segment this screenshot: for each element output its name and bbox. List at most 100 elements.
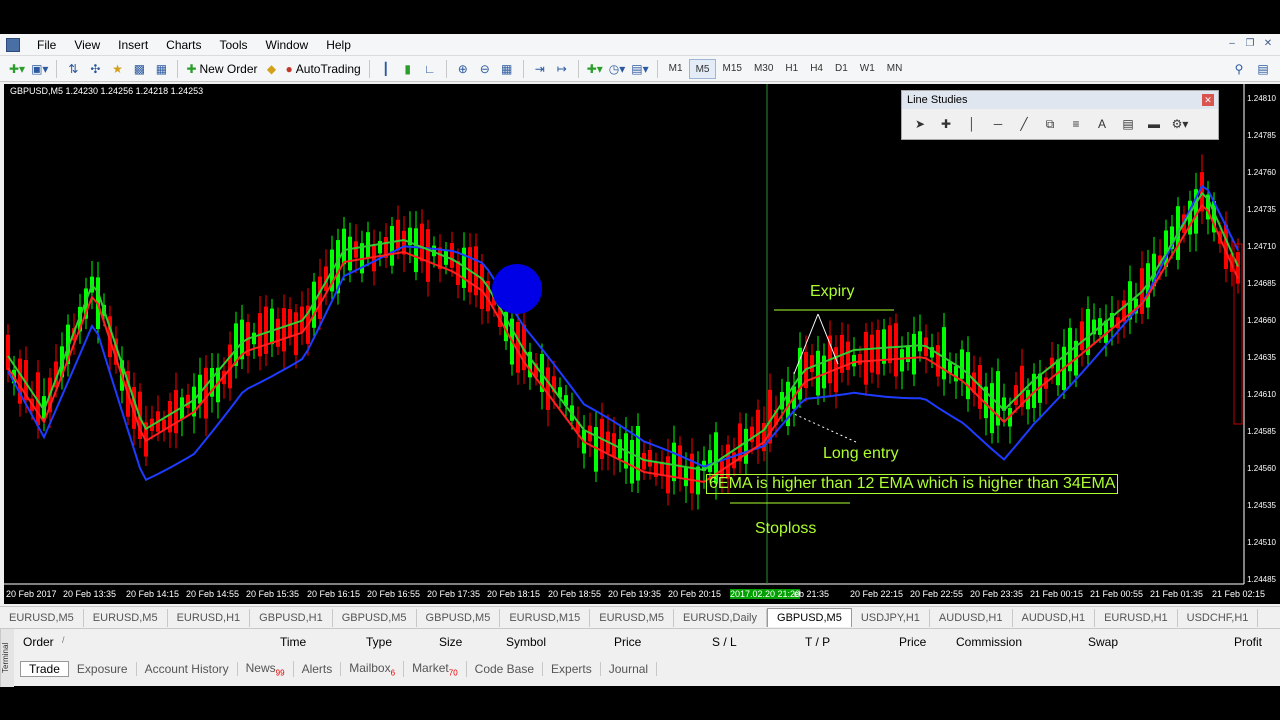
menu-insert[interactable]: Insert <box>109 34 157 56</box>
autotrading-label: AutoTrading <box>295 61 361 76</box>
terminal-tab[interactable]: Mailbox6 <box>341 660 405 678</box>
autotrading-button[interactable]: ● AutoTrading <box>283 59 364 79</box>
minimize-icon[interactable]: – <box>1224 37 1240 51</box>
close-icon[interactable]: ✕ <box>1260 37 1276 51</box>
close-icon[interactable]: ✕ <box>1202 94 1214 106</box>
chart-tab[interactable]: GBPUSD,M5 <box>767 608 852 627</box>
timeframe-h1[interactable]: H1 <box>779 59 804 79</box>
cursor-icon[interactable]: ➤ <box>910 114 930 134</box>
new-chart-icon[interactable]: ✚▾ <box>6 59 28 79</box>
menu-window[interactable]: Window <box>257 34 318 56</box>
col-symbol[interactable]: Symbol <box>506 635 546 649</box>
text-icon[interactable]: A <box>1092 114 1112 134</box>
timeframe-h4[interactable]: H4 <box>804 59 829 79</box>
timeframe-mn[interactable]: MN <box>881 59 909 79</box>
col-type[interactable]: Type <box>366 635 392 649</box>
menu-bar: File View Insert Charts Tools Window Hel… <box>0 34 1280 56</box>
data-window-icon[interactable]: ✣ <box>84 59 106 79</box>
chart-tab[interactable]: EURUSD,M5 <box>84 608 168 627</box>
zoom-in-icon[interactable]: ⊕ <box>452 59 474 79</box>
col-commission[interactable]: Commission <box>956 635 1022 649</box>
chart-area[interactable]: GBPUSD,M5 1.24230 1.24256 1.24218 1.2425… <box>4 84 1280 604</box>
col-price[interactable]: Price <box>614 635 641 649</box>
navigator-icon[interactable]: ★ <box>106 59 128 79</box>
restore-icon[interactable]: ❐ <box>1242 37 1258 51</box>
tile-windows-icon[interactable]: ▦ <box>496 59 518 79</box>
price-tick-label: 1.24510 <box>1247 538 1276 547</box>
timeframe-m30[interactable]: M30 <box>748 59 779 79</box>
menu-help[interactable]: Help <box>317 34 360 56</box>
timeframe-w1[interactable]: W1 <box>854 59 881 79</box>
chart-tab[interactable]: GBPUSD,H1 <box>250 608 333 627</box>
col-swap[interactable]: Swap <box>1088 635 1118 649</box>
trendline-icon[interactable]: ╱ <box>1014 114 1034 134</box>
strategy-tester-icon[interactable]: ▦ <box>150 59 172 79</box>
profiles-icon[interactable]: ▣▾ <box>28 59 51 79</box>
community-icon[interactable]: ▤ <box>1252 59 1274 79</box>
terminal-tab[interactable]: Experts <box>543 662 601 676</box>
menu-file[interactable]: File <box>28 34 65 56</box>
terminal-tab[interactable]: Exposure <box>69 662 137 676</box>
templates-icon[interactable]: ▤▾ <box>628 59 651 79</box>
terminal-tab[interactable]: Journal <box>601 662 658 676</box>
timeframe-m1[interactable]: M1 <box>663 59 689 79</box>
col-size[interactable]: Size <box>439 635 462 649</box>
crosshair-icon[interactable]: ✚ <box>936 114 956 134</box>
zoom-out-icon[interactable]: ⊖ <box>474 59 496 79</box>
chart-tab[interactable]: AUDUSD,H1 <box>1013 608 1096 627</box>
menu-charts[interactable]: Charts <box>157 34 210 56</box>
rectangle-icon[interactable]: ▬ <box>1144 114 1164 134</box>
col-current-price[interactable]: Price <box>899 635 926 649</box>
autoscroll-icon[interactable]: ↦ <box>551 59 573 79</box>
vertical-line-icon[interactable]: │ <box>962 114 982 134</box>
menu-tools[interactable]: Tools <box>211 34 257 56</box>
chart-tab[interactable]: EURUSD,M5 <box>0 608 84 627</box>
col-tp[interactable]: T / P <box>805 635 830 649</box>
fibo-fan-icon[interactable]: ⧉ <box>1040 114 1060 134</box>
col-sl[interactable]: S / L <box>712 635 737 649</box>
chart-tab[interactable]: EURUSD,Daily <box>674 608 768 627</box>
market-watch-icon[interactable]: ⇅ <box>62 59 84 79</box>
timeframe-m15[interactable]: M15 <box>716 59 747 79</box>
search-icon[interactable]: ⚲ <box>1228 59 1250 79</box>
terminal-tab[interactable]: Alerts <box>294 662 342 676</box>
menu-view[interactable]: View <box>65 34 109 56</box>
col-profit[interactable]: Profit <box>1234 635 1262 649</box>
terminal-tab[interactable]: Account History <box>137 662 238 676</box>
candlestick-icon[interactable]: ▮ <box>397 59 419 79</box>
chart-tab[interactable]: GBPUSD,M5 <box>333 608 417 627</box>
candle-body <box>810 355 814 373</box>
chart-tab[interactable]: EURUSD,M5 <box>590 608 675 627</box>
metaeditor-icon[interactable]: ◆ <box>261 59 283 79</box>
bar-chart-icon[interactable]: ┃ <box>375 59 397 79</box>
terminal-tab[interactable]: News99 <box>238 660 294 678</box>
timeframe-d1[interactable]: D1 <box>829 59 854 79</box>
terminal-tab[interactable]: Code Base <box>467 662 544 676</box>
chart-tab[interactable]: EURUSD,H1 <box>168 608 251 627</box>
fibo-retracement-icon[interactable]: ≡ <box>1066 114 1086 134</box>
horizontal-line-icon[interactable]: ─ <box>988 114 1008 134</box>
new-order-button[interactable]: ✚ New Order <box>183 59 260 79</box>
line-chart-icon[interactable]: ∟ <box>419 59 441 79</box>
col-time[interactable]: Time <box>280 635 306 649</box>
app-icon[interactable] <box>6 37 20 52</box>
text-label-icon[interactable]: ▤ <box>1118 114 1138 134</box>
timeframe-m5[interactable]: M5 <box>688 58 717 79</box>
chart-tab[interactable]: GBPUSD,M5 <box>417 608 501 627</box>
periods-icon[interactable]: ◷▾ <box>606 59 629 79</box>
terminal-icon[interactable]: ▩ <box>128 59 150 79</box>
chart-tab[interactable]: EURUSD,H1 <box>1095 608 1178 627</box>
line-studies-title: Line Studies <box>902 91 1218 109</box>
more-tools-icon[interactable]: ⚙▾ <box>1170 114 1190 134</box>
terminal-tab[interactable]: Trade <box>20 661 69 677</box>
chart-shift-icon[interactable]: ⇥ <box>529 59 551 79</box>
candle-body <box>756 409 760 447</box>
chart-tab[interactable]: USDJPY,H1 <box>852 608 930 627</box>
candle-body <box>1020 365 1024 408</box>
terminal-tab[interactable]: Market70 <box>404 660 467 678</box>
chart-tab[interactable]: EURUSD,M15 <box>500 608 591 627</box>
chart-tab[interactable]: USDCHF,H1 <box>1178 608 1259 627</box>
indicators-icon[interactable]: ✚▾ <box>584 59 606 79</box>
chart-tab[interactable]: AUDUSD,H1 <box>930 608 1013 627</box>
col-order[interactable]: Order <box>23 635 54 649</box>
